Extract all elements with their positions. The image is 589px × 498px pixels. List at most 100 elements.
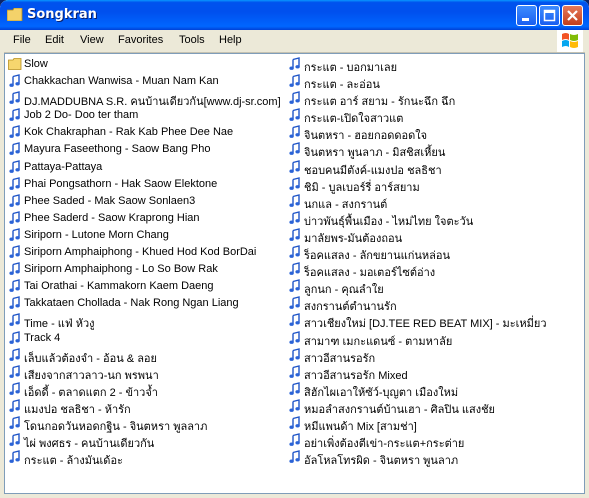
audio-file-icon <box>9 108 20 122</box>
file-item[interactable]: ลูกนก - คุณลำใย <box>286 278 581 296</box>
file-item[interactable]: มาลัยพร-มันต้องถอน <box>286 227 581 245</box>
file-item[interactable]: ไผ่ พงศธร - คนบ้านเดียวกัน <box>6 432 281 450</box>
audio-file-icon <box>9 262 20 276</box>
file-item[interactable]: Siriporn Amphaiphong - Khued Hod Kod Bor… <box>6 244 281 261</box>
file-name: Tai Orathai - Kammakorn Kaem Daeng <box>24 280 214 293</box>
audio-file-icon <box>289 57 300 70</box>
file-item[interactable]: หมีแพนด้า Mix [สามช่า] <box>286 415 581 433</box>
file-item[interactable]: บ่าวพันธุ์พื้นเมือง - ไหม่ไทย ใจตะวัน <box>286 210 581 228</box>
maximize-icon <box>543 9 556 22</box>
file-item[interactable]: Mayura Faseethong - Saow Bang Pho <box>6 141 281 158</box>
file-item[interactable]: Pattaya-Pattaya <box>6 159 281 176</box>
file-item[interactable]: ชิมิ - บูลเบอร์รี่ อาร์สยาม <box>286 176 581 194</box>
folder-item[interactable]: Slow <box>6 56 281 73</box>
menu-view[interactable]: View <box>80 34 104 46</box>
title-bar[interactable]: Songkran <box>0 0 589 30</box>
file-name: Takkataen Chollada - Nak Rong Ngan Liang <box>24 297 239 310</box>
audio-file-icon <box>9 74 20 87</box>
audio-file-icon <box>289 330 300 344</box>
file-item[interactable]: หมอลำสงกรานต์บ้านเฮา - ศิลปิน แสงชัย <box>286 398 581 416</box>
file-name: Track 4 <box>24 331 61 344</box>
file-item[interactable]: Track 4 <box>6 330 281 347</box>
audio-file-icon <box>289 74 300 87</box>
audio-file-icon <box>9 159 20 173</box>
menu-file[interactable]: File <box>13 34 31 46</box>
file-item[interactable]: Takkataen Chollada - Nak Rong Ngan Liang <box>6 295 281 312</box>
file-item[interactable]: Chakkachan Wanwisa - Muan Nam Kan <box>6 73 281 90</box>
file-item[interactable]: Phee Saded - Mak Saow Sonlaen3 <box>6 193 281 210</box>
file-item[interactable]: สิฮักไผเอาให้ซัว์-บุญตา เมืองใหม่ <box>286 381 581 399</box>
file-item[interactable]: ร็อคแสลง - มอเตอร์ไซต์อ่าง <box>286 261 581 279</box>
audio-file-icon <box>289 398 300 412</box>
file-name: Chakkachan Wanwisa - Muan Nam Kan <box>24 75 219 88</box>
file-name: Pattaya-Pattaya <box>24 160 103 173</box>
menu-help[interactable]: Help <box>219 34 242 46</box>
file-item[interactable]: อย่าเพิ่งต้องตีเข่า-กระแต+กระต่าย <box>286 432 581 450</box>
file-item[interactable]: กระแต - ละอ่อน <box>286 73 581 91</box>
folder-icon <box>8 58 22 70</box>
audio-file-icon <box>289 433 300 446</box>
audio-file-icon <box>289 313 300 327</box>
file-item[interactable]: สามาฑ เมกะแดนซ์ - ตามหาลัย <box>286 330 581 348</box>
maximize-button[interactable] <box>539 5 560 26</box>
file-list-view[interactable]: Slow Chakkachan Wanwisa - Muan Nam Kan DJ.… <box>4 53 585 494</box>
file-item[interactable]: Time - แฟ่ หัวงู <box>6 312 281 330</box>
file-name: Phai Pongsathorn - Hak Saow Elektone <box>24 177 218 190</box>
audio-file-icon <box>9 125 20 139</box>
file-item[interactable]: จินตหรา - ฮอยกอดดอดใจ <box>286 124 581 142</box>
window-title: Songkran <box>27 7 97 22</box>
audio-file-icon <box>289 347 300 361</box>
file-item[interactable]: กระแต - บอกมาเลย <box>286 56 581 74</box>
audio-file-icon <box>9 313 20 327</box>
file-item[interactable]: สาวเชียงใหม่ [DJ.TEE RED BEAT MIX] - มะเ… <box>286 312 581 330</box>
audio-file-icon <box>289 108 300 122</box>
file-item[interactable]: Siriporn Amphaiphong - Lo So Bow Rak <box>6 261 281 278</box>
file-column-1: Slow Chakkachan Wanwisa - Muan Nam Kan DJ.… <box>6 56 281 467</box>
audio-file-icon <box>9 450 20 464</box>
audio-file-icon <box>289 193 300 207</box>
menu-edit[interactable]: Edit <box>45 34 64 46</box>
file-item[interactable]: Kok Chakraphan - Rak Kab Phee Dee Nae <box>6 124 281 141</box>
file-item[interactable]: นกแล - สงกรานต์ <box>286 193 581 211</box>
menu-favorites[interactable]: Favorites <box>118 34 163 46</box>
file-item[interactable]: Job 2 Do- Doo ter tham <box>6 107 281 124</box>
file-item[interactable]: เสียงจากสาวลาว-นก พรพนา <box>6 364 281 382</box>
file-item[interactable]: Siriporn - Lutone Morn Chang <box>6 227 281 244</box>
file-item[interactable]: เล็บแล้วต้องจำ - อ้อน & ลอย <box>6 347 281 365</box>
file-name: Siriporn Amphaiphong - Lo So Bow Rak <box>24 263 218 276</box>
file-item[interactable]: อัลโหลโทรผิด - จินตหรา พูนลาภ <box>286 449 581 467</box>
file-item[interactable]: สาวอีสานรอรัก Mixed <box>286 364 581 382</box>
audio-file-icon <box>289 416 300 429</box>
file-item[interactable]: จินตหรา พูนลาภ - มิสชิสเหี้ยน <box>286 141 581 159</box>
file-item[interactable]: ร็อคแสลง - ลักขยานแก่นหล่อน <box>286 244 581 262</box>
audio-file-icon <box>289 262 300 276</box>
audio-file-icon <box>9 296 20 310</box>
close-button[interactable] <box>562 5 583 26</box>
audio-file-icon <box>289 176 300 190</box>
audio-file-icon <box>289 228 300 241</box>
file-name: Mayura Faseethong - Saow Bang Pho <box>24 143 211 156</box>
file-item[interactable]: สาวอีสานรอรัก <box>286 347 581 365</box>
audio-file-icon <box>289 159 300 173</box>
file-item[interactable]: เอ็ดดี้ - ตลาดแตก 2 - ข้าวจ้ำ <box>6 381 281 399</box>
audio-file-icon <box>289 245 300 258</box>
menu-tools[interactable]: Tools <box>179 34 205 46</box>
audio-file-icon <box>9 245 20 258</box>
file-item[interactable]: กระแต-เปิดใจสาวแต <box>286 107 581 125</box>
file-item[interactable]: แมงปอ ชลธิชา - ห้ารัก <box>6 398 281 416</box>
file-name: Siriporn - Lutone Morn Chang <box>24 228 169 241</box>
audio-file-icon <box>9 330 20 344</box>
file-item[interactable]: โดนกอดวันหอดกฐิน - จินตหรา พูลลาภ <box>6 415 281 433</box>
audio-file-icon <box>9 381 20 395</box>
file-item[interactable]: Tai Orathai - Kammakorn Kaem Daeng <box>6 278 281 295</box>
minimize-button[interactable] <box>516 5 537 26</box>
file-item[interactable]: กระแต - ล้างมันเด้อะ <box>6 449 281 467</box>
file-item[interactable]: Phai Pongsathorn - Hak Saow Elektone <box>6 176 281 193</box>
file-item[interactable]: Phee Saderd - Saow Kraprong Hian <box>6 210 281 227</box>
file-column-2: กระแต - บอกมาเลย กระแต - ละอ่อน กระแต อาร์… <box>286 56 581 467</box>
file-item[interactable]: สงกรานต์ตำนานรัก <box>286 295 581 313</box>
file-item[interactable]: ชอบคนมีตังค์-แมงปอ ชลธิชา <box>286 159 581 177</box>
file-item[interactable]: กระแต อาร์ สยาม - รักนะฉึก ฉึก <box>286 90 581 108</box>
audio-file-icon <box>289 125 300 139</box>
file-item[interactable]: DJ.MADDUBNA S.R. คนบ้านเดียวกัน[www.dj-s… <box>6 90 281 108</box>
